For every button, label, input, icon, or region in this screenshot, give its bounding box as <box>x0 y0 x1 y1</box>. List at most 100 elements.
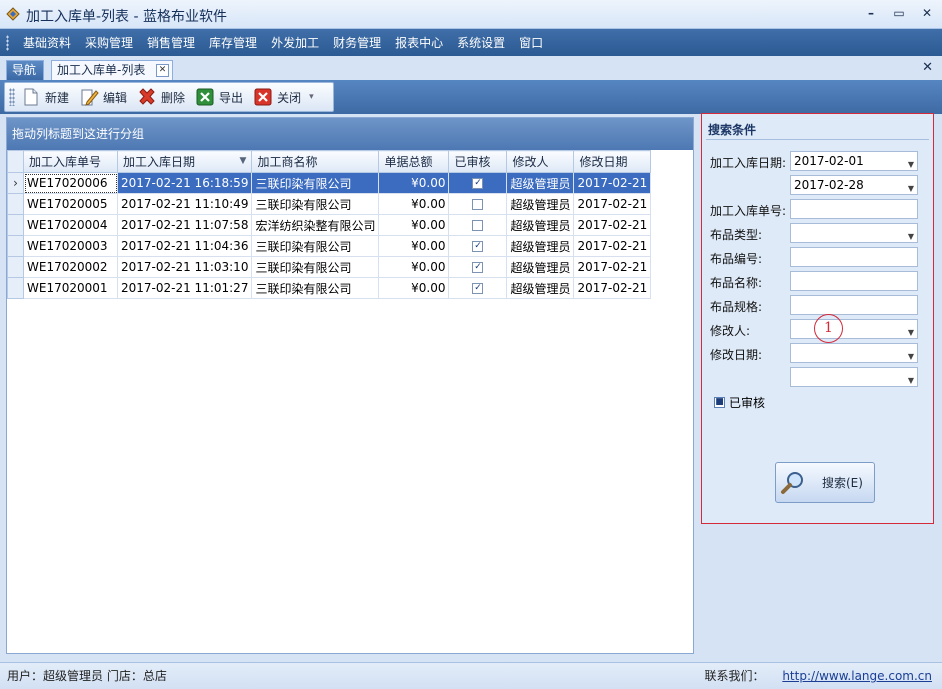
cell-amount[interactable]: ¥0.00 <box>378 235 450 257</box>
menu-inventory[interactable]: 库存管理 <box>202 34 264 51</box>
cell-mod-date[interactable]: 2017-02-21 <box>573 214 652 236</box>
cell-amount[interactable]: ¥0.00 <box>378 172 450 194</box>
cell-mod-date[interactable]: 2017-02-21 <box>573 193 652 215</box>
checkbox-checked-icon[interactable]: ✓ <box>472 178 484 189</box>
maximize-button[interactable]: ▭ <box>892 5 906 21</box>
cell-amount[interactable]: ¥0.00 <box>378 256 450 278</box>
row-indicator[interactable] <box>7 214 24 236</box>
checkbox-checked-icon[interactable]: ✓ <box>472 262 484 273</box>
fabric-spec-input[interactable] <box>790 295 918 315</box>
cell-modifier[interactable]: 超级管理员 <box>506 235 575 257</box>
column-header-audited[interactable]: 已审核 <box>448 150 508 173</box>
cell-mod-date[interactable]: 2017-02-21 <box>573 172 652 194</box>
menu-basic-data[interactable]: 基础资料 <box>16 34 78 51</box>
menu-settings[interactable]: 系统设置 <box>450 34 512 51</box>
cell-modifier[interactable]: 超级管理员 <box>506 277 575 299</box>
close-panel-icon[interactable]: ✕ <box>922 60 933 75</box>
row-indicator[interactable] <box>7 277 24 299</box>
table-row[interactable]: WE17020005 2017-02-21 11:10:49 三联印染有限公司 ¥0.… <box>7 193 652 215</box>
table-row[interactable]: WE17020004 2017-02-21 11:07:58 宏洋纺织染整有限公司 ¥… <box>7 214 652 236</box>
date-to-select[interactable]: 2017-02-28 ▼ <box>790 175 918 195</box>
checkbox-checked-icon[interactable]: ✓ <box>472 241 484 252</box>
new-button[interactable]: 新建 <box>17 84 73 110</box>
close-button[interactable]: 关闭 <box>249 84 305 110</box>
row-indicator[interactable] <box>7 235 24 257</box>
cell-date[interactable]: 2017-02-21 11:07:58 <box>116 214 253 236</box>
fabric-type-select[interactable]: ▼ <box>790 223 918 243</box>
menu-outsourcing[interactable]: 外发加工 <box>264 34 326 51</box>
cell-audited[interactable]: ✓ <box>448 277 508 299</box>
cell-no[interactable]: WE17020006 <box>23 172 118 194</box>
toolbar-overflow-icon[interactable]: ▾ <box>309 92 314 102</box>
cell-modifier[interactable]: 超级管理员 <box>506 193 575 215</box>
tab-navigation[interactable]: 导航 <box>6 60 44 80</box>
cell-audited[interactable] <box>448 214 508 236</box>
cell-modifier[interactable]: 超级管理员 <box>506 214 575 236</box>
cell-mod-date[interactable]: 2017-02-21 <box>573 256 652 278</box>
search-button[interactable]: 搜索(E) <box>775 462 875 503</box>
cell-vendor[interactable]: 三联印染有限公司 <box>251 256 380 278</box>
edit-button[interactable]: 编辑 <box>75 84 131 110</box>
cell-modifier[interactable]: 超级管理员 <box>506 172 575 194</box>
cell-no[interactable]: WE17020003 <box>23 235 118 257</box>
cell-vendor[interactable]: 三联印染有限公司 <box>251 193 380 215</box>
menu-window[interactable]: 窗口 <box>512 34 550 51</box>
column-header-date[interactable]: 加工入库日期 ▼ <box>116 150 253 173</box>
cell-no[interactable]: WE17020005 <box>23 193 118 215</box>
checkbox-empty-icon[interactable] <box>472 220 484 231</box>
cell-date[interactable]: 2017-02-21 11:04:36 <box>116 235 253 257</box>
close-window-button[interactable]: ✕ <box>920 5 934 21</box>
menu-purchase[interactable]: 采购管理 <box>78 34 140 51</box>
table-row[interactable]: WE17020001 2017-02-21 11:01:27 三联印染有限公司 ¥0.… <box>7 277 652 299</box>
group-panel[interactable]: 拖动列标题到这进行分组 <box>7 118 693 150</box>
cell-mod-date[interactable]: 2017-02-21 <box>573 277 652 299</box>
cell-vendor[interactable]: 三联印染有限公司 <box>251 172 380 194</box>
table-row[interactable]: › WE17020006 2017-02-21 16:18:59 三联印染有限公司 ¥0… <box>7 172 652 194</box>
column-header-mod-date[interactable]: 修改日期 <box>573 150 652 173</box>
minimize-button[interactable]: – <box>864 5 878 21</box>
modifier-select[interactable]: ▼ <box>790 319 918 339</box>
cell-date[interactable]: 2017-02-21 11:10:49 <box>116 193 253 215</box>
row-indicator[interactable] <box>7 193 24 215</box>
cell-no[interactable]: WE17020004 <box>23 214 118 236</box>
menu-finance[interactable]: 财务管理 <box>326 34 388 51</box>
column-header-amount[interactable]: 单据总额 <box>378 150 450 173</box>
website-link[interactable]: http://www.lange.com.cn <box>782 669 932 683</box>
cell-mod-date[interactable]: 2017-02-21 <box>573 235 652 257</box>
cell-audited[interactable]: ✓ <box>448 256 508 278</box>
fabric-code-input[interactable] <box>790 247 918 267</box>
column-header-modifier[interactable]: 修改人 <box>506 150 575 173</box>
checkbox-checked-icon[interactable]: ✓ <box>472 283 484 294</box>
column-header-vendor[interactable]: 加工商名称 <box>251 150 380 173</box>
cell-no[interactable]: WE17020002 <box>23 256 118 278</box>
date-from-select[interactable]: 2017-02-01 ▼ <box>790 151 918 171</box>
cell-amount[interactable]: ¥0.00 <box>378 193 450 215</box>
mod-date-to-select[interactable]: ▼ <box>790 367 918 387</box>
row-indicator[interactable]: › <box>7 172 24 194</box>
cell-date[interactable]: 2017-02-21 11:03:10 <box>116 256 253 278</box>
cell-audited[interactable]: ✓ <box>448 235 508 257</box>
cell-vendor[interactable]: 三联印染有限公司 <box>251 277 380 299</box>
toolbar-grip[interactable] <box>9 88 15 106</box>
menu-sales[interactable]: 销售管理 <box>140 34 202 51</box>
mod-date-from-select[interactable]: ▼ <box>790 343 918 363</box>
export-button[interactable]: 导出 <box>191 84 247 110</box>
cell-vendor[interactable]: 宏洋纺织染整有限公司 <box>251 214 380 236</box>
menu-grip[interactable] <box>6 35 9 51</box>
table-row[interactable]: WE17020003 2017-02-21 11:04:36 三联印染有限公司 ¥0.… <box>7 235 652 257</box>
audited-checkbox[interactable]: ■ 已审核 <box>714 394 765 411</box>
cell-amount[interactable]: ¥0.00 <box>378 277 450 299</box>
cell-date[interactable]: 2017-02-21 16:18:59 <box>116 172 253 194</box>
cell-vendor[interactable]: 三联印染有限公司 <box>251 235 380 257</box>
order-no-input[interactable] <box>790 199 918 219</box>
column-header-no[interactable]: 加工入库单号 <box>23 150 118 173</box>
tab-processing-list[interactable]: 加工入库单-列表 ✕ <box>51 60 173 80</box>
cell-modifier[interactable]: 超级管理员 <box>506 256 575 278</box>
fabric-name-input[interactable] <box>790 271 918 291</box>
tab-close-icon[interactable]: ✕ <box>156 64 169 77</box>
checkbox-empty-icon[interactable] <box>472 199 484 210</box>
table-row[interactable]: WE17020002 2017-02-21 11:03:10 三联印染有限公司 ¥0.… <box>7 256 652 278</box>
cell-date[interactable]: 2017-02-21 11:01:27 <box>116 277 253 299</box>
delete-button[interactable]: 删除 <box>133 84 189 110</box>
cell-audited[interactable]: ✓ <box>448 172 508 194</box>
